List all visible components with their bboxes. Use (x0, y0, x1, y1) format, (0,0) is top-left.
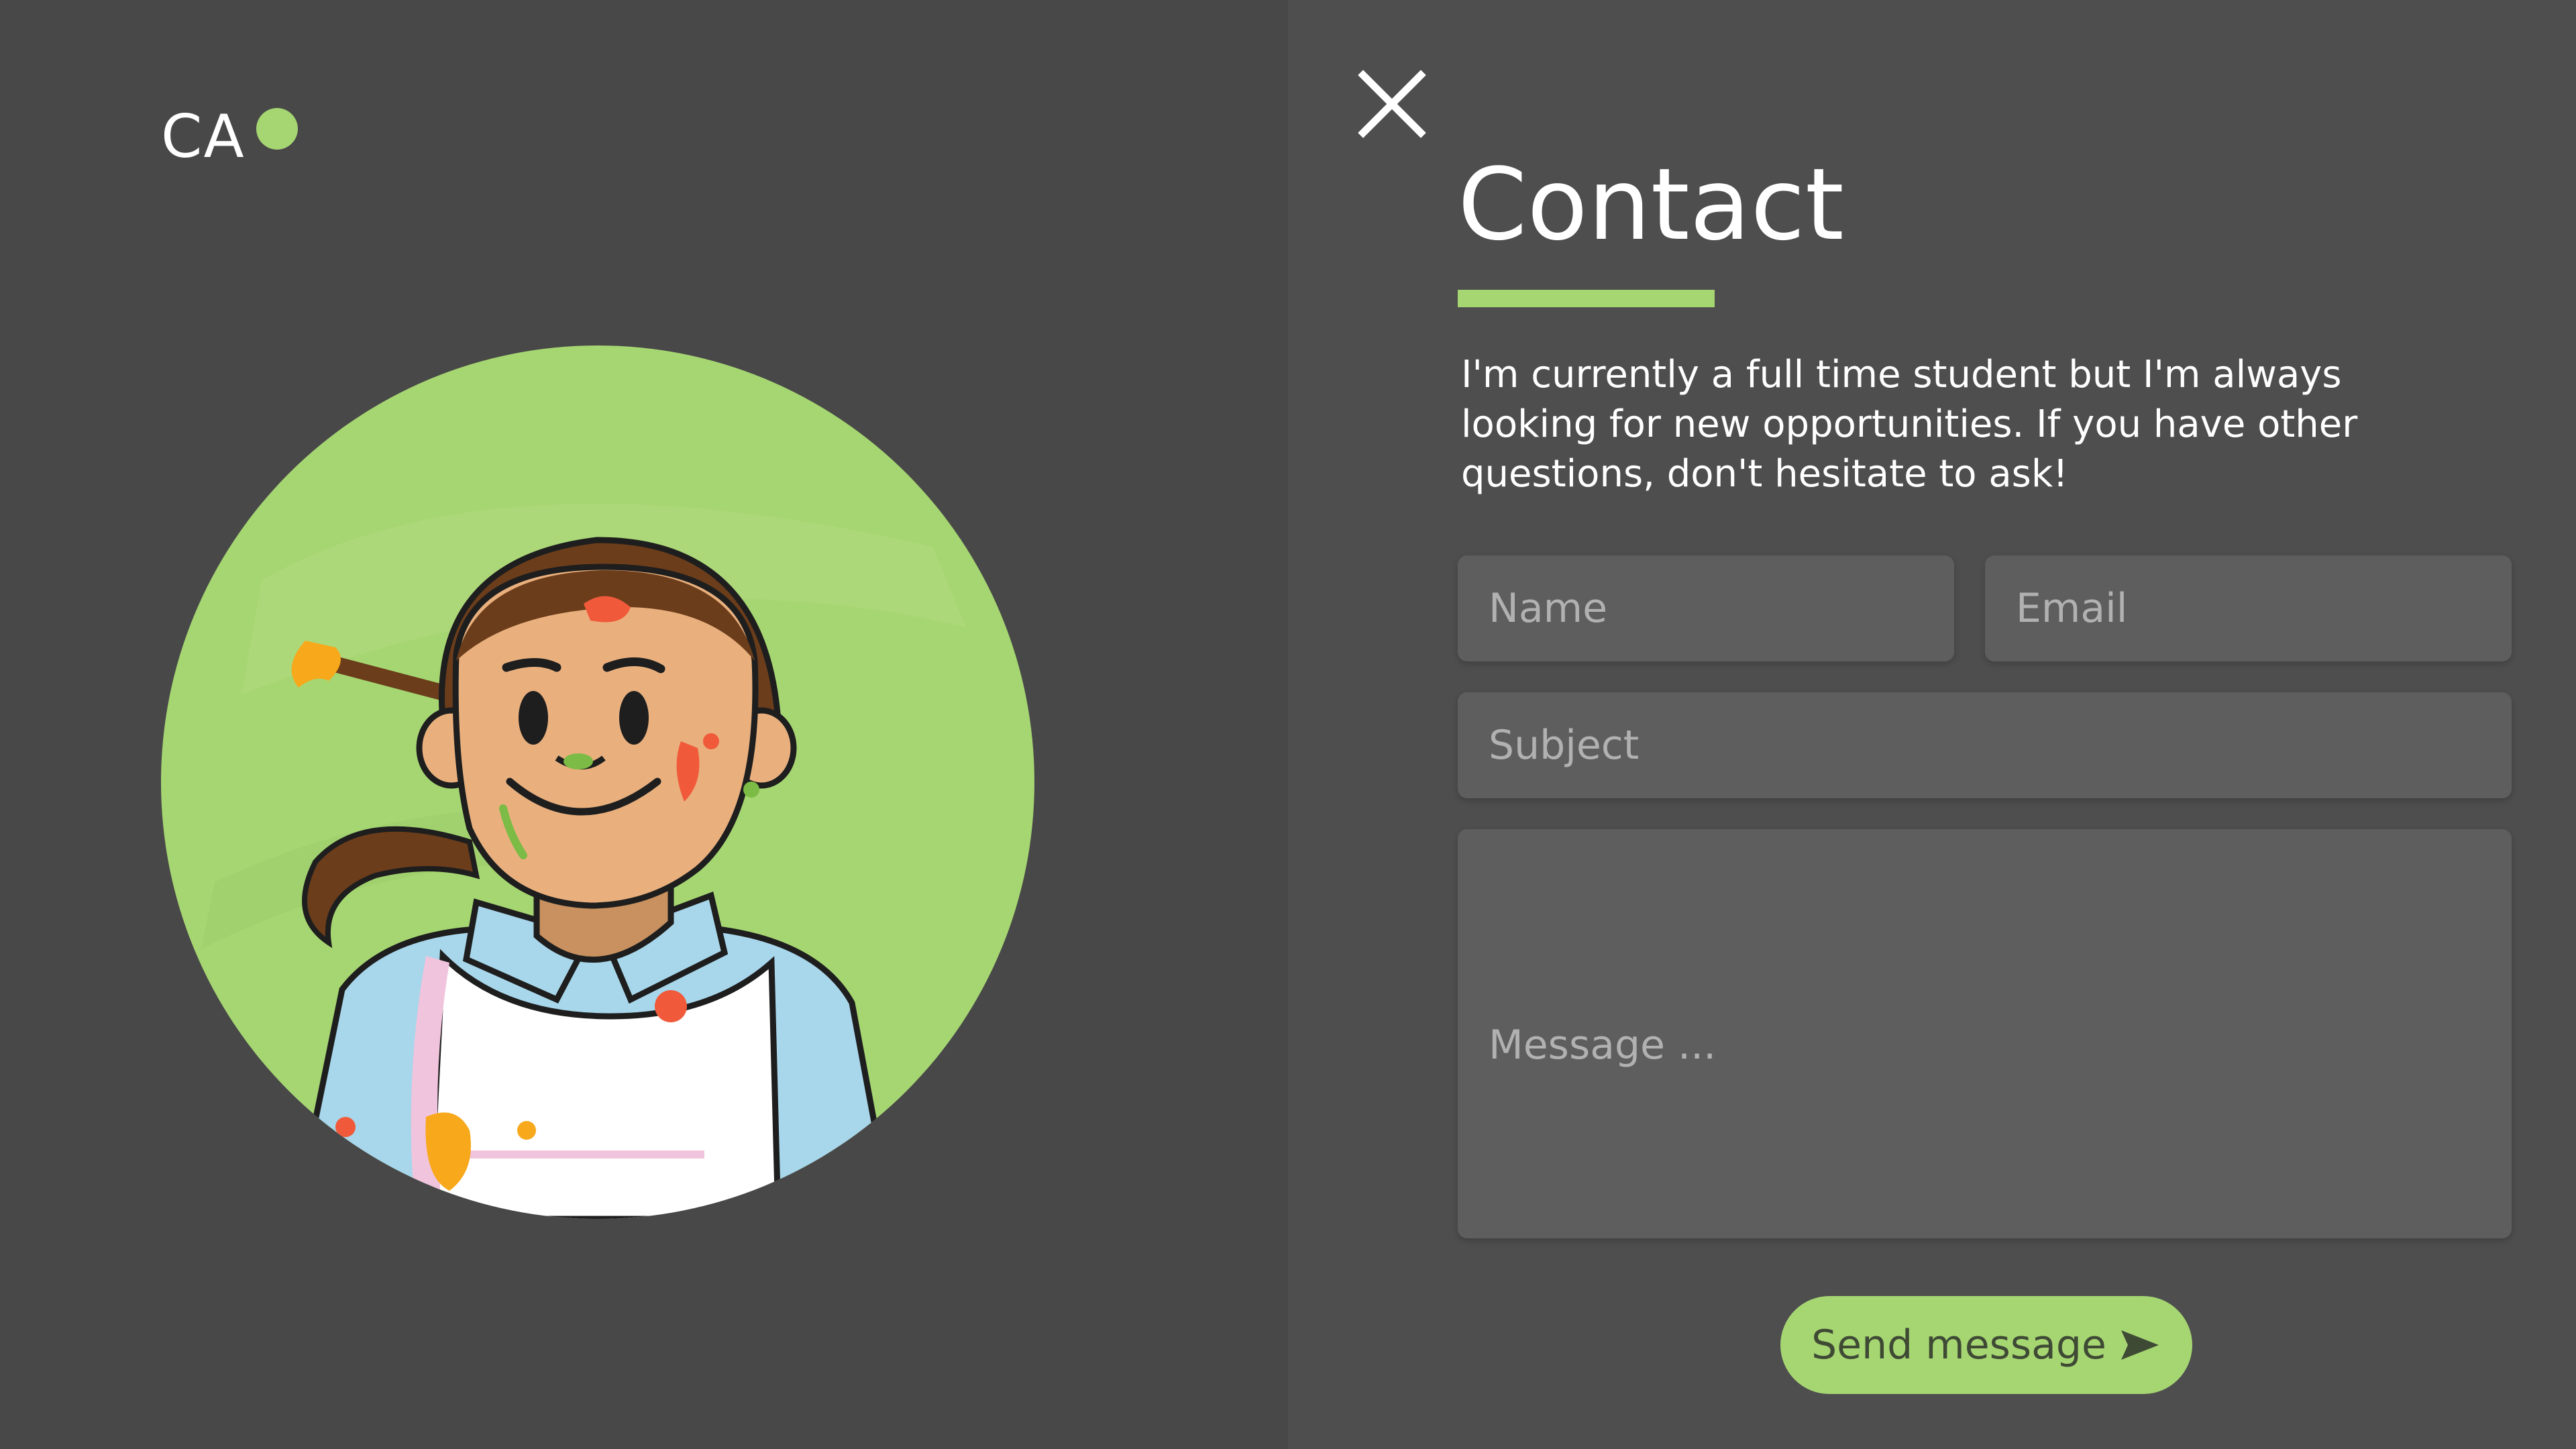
send-button-label: Send message (1811, 1322, 2106, 1368)
logo-dot (256, 108, 298, 150)
email-field[interactable] (1985, 555, 2512, 661)
name-field[interactable] (1458, 555, 1954, 661)
logo[interactable]: CA (161, 107, 298, 166)
intro-text: I'm currently a full time student but I'… (1461, 353, 2358, 496)
page-title: Contact (1458, 147, 1844, 262)
message-field[interactable] (1458, 829, 2512, 1238)
subject-field[interactable] (1458, 692, 2512, 798)
left-panel: CA (0, 0, 1288, 1449)
avatar-illustration (161, 345, 1034, 1219)
send-message-button[interactable]: Send message (1780, 1296, 2192, 1394)
close-icon[interactable] (1355, 67, 1429, 141)
logo-text: CA (161, 102, 246, 171)
send-arrow-icon (2118, 1328, 2161, 1362)
title-underline (1458, 290, 1715, 307)
